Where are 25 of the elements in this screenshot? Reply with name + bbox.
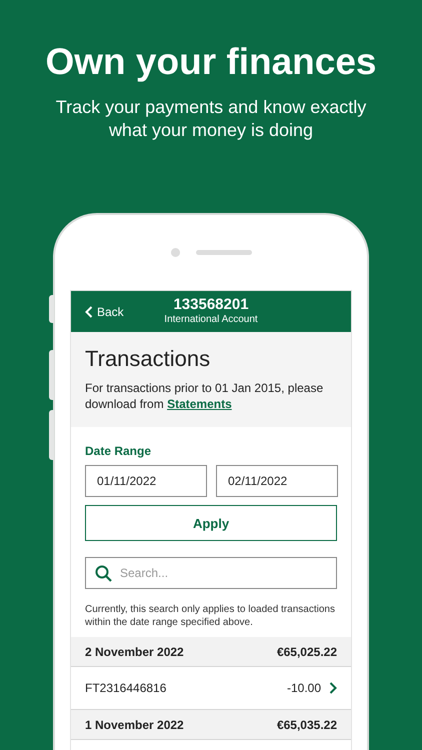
headline: Own your finances [45,40,376,84]
speaker-icon [196,250,252,255]
account-number: 133568201 [173,297,249,313]
page-title: Transactions [85,346,212,372]
account-name: International Account [164,313,258,326]
start-date-field[interactable]: 01/11/2022 [85,465,207,497]
day-balance: €65,035.22 [276,718,337,732]
search-icon [95,565,112,582]
statements-link[interactable]: Statements [167,397,232,411]
subtitle: Track your payments and know exactly what your money is doing [54,96,368,142]
date-range-label: Date Range [85,444,152,458]
camera-icon [170,248,180,257]
day-date: 1 November 2022 [85,718,184,732]
back-button[interactable]: Back [85,304,124,318]
transaction-reference: FT2316446816 [85,681,166,695]
back-chevron-icon [85,306,93,318]
apply-button[interactable]: Apply [85,505,337,541]
search-note: Currently, this search only applies to loaded transactions within the date range specified above. [85,603,336,629]
statements-notice: For transactions prior to 01 Jan 2015, please download from Statements [85,380,324,412]
end-date-field[interactable]: 02/11/2022 [216,465,338,497]
day-date: 2 November 2022 [85,644,184,658]
day-balance: €65,025.22 [276,644,337,658]
search-field[interactable]: Search... [85,557,337,589]
chevron-icon [329,682,337,694]
transaction-amount: -10.00 [286,681,321,695]
